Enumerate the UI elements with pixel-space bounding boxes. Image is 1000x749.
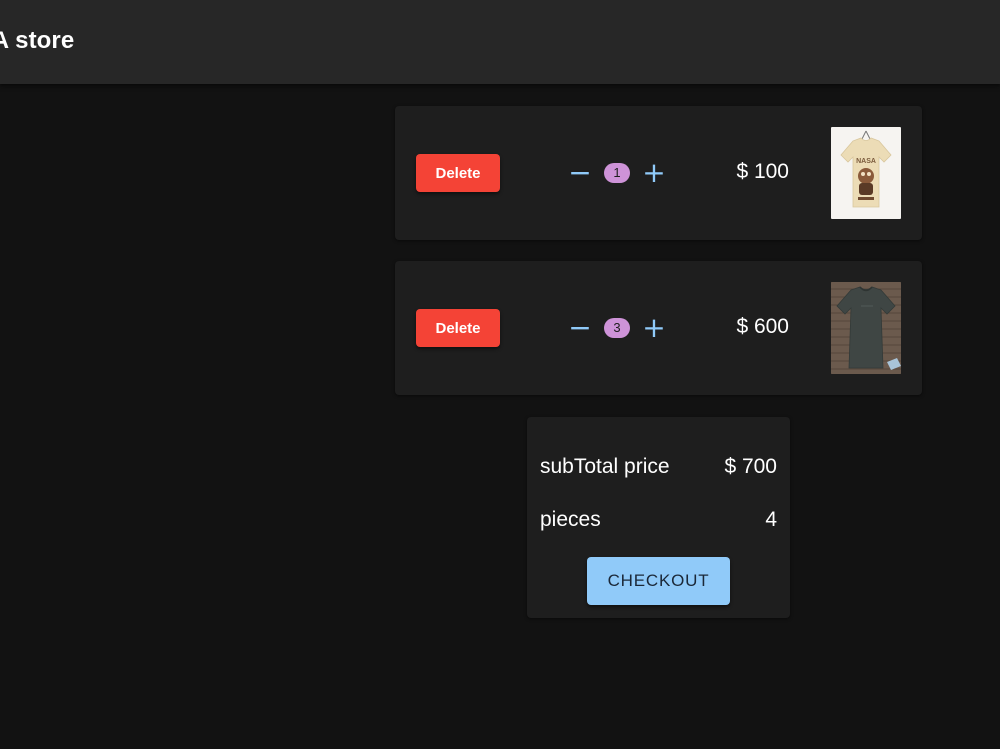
delete-button[interactable]: Delete [416, 309, 500, 347]
product-image[interactable] [831, 282, 901, 374]
minus-icon[interactable]: − [565, 313, 595, 343]
svg-text:NASA: NASA [856, 158, 876, 165]
checkout-button[interactable]: CHECKOUT [587, 557, 730, 605]
quantity-badge: 3 [604, 318, 630, 338]
subtotal-label: subTotal price [540, 455, 670, 478]
app-bar: 'A store [0, 0, 1000, 84]
app-title: 'A store [0, 27, 75, 54]
plus-icon[interactable]: + [639, 313, 669, 343]
beige-tshirt-image: NASA [831, 127, 901, 219]
cart-item: Delete − 1 + $ 100 NASA [395, 106, 922, 240]
pieces-value: 4 [765, 508, 777, 531]
minus-icon[interactable]: − [565, 158, 595, 188]
item-price: $ 600 [736, 315, 789, 338]
dark-tshirt-image [831, 282, 901, 374]
pieces-label: pieces [540, 508, 601, 531]
cart-item: Delete − 3 + $ 600 [395, 261, 922, 395]
quantity-badge: 1 [604, 163, 630, 183]
subtotal-value: $ 700 [724, 455, 777, 478]
item-price: $ 100 [736, 160, 789, 183]
order-summary: subTotal price $ 700 pieces 4 CHECKOUT [527, 417, 790, 618]
plus-icon[interactable]: + [639, 158, 669, 188]
product-image[interactable]: NASA [831, 127, 901, 219]
delete-button[interactable]: Delete [416, 154, 500, 192]
